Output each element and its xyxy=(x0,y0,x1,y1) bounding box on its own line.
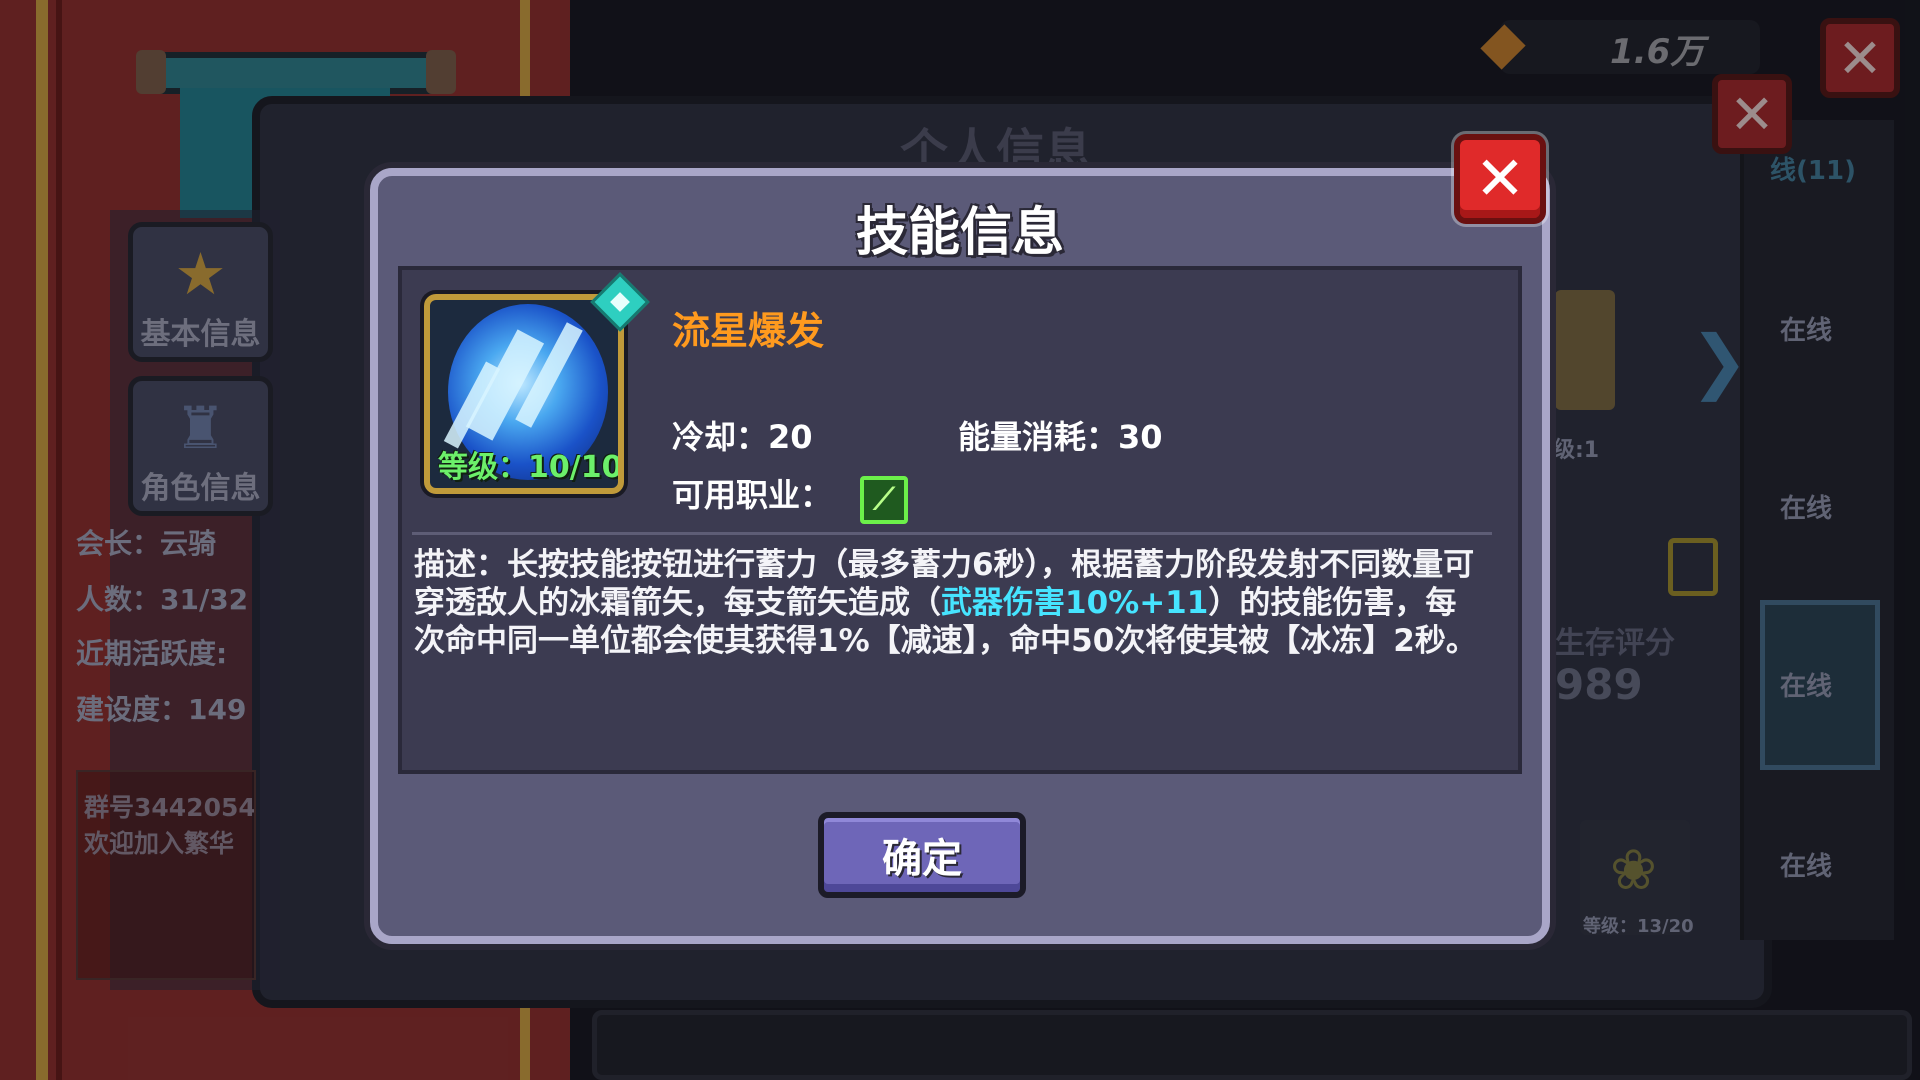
skill-energy-cost: 能量消耗：30 xyxy=(958,418,1163,456)
skill-name: 流星爆发 xyxy=(672,309,825,353)
damage-formula: 武器伤害10%+11 xyxy=(941,585,1209,621)
skill-level: 等级：10/10 xyxy=(438,450,623,485)
gem-core xyxy=(610,292,630,312)
gem-badge-icon xyxy=(590,272,650,332)
class-label: 可用职业： xyxy=(672,476,833,514)
skill-description: 描述：长按技能按钮进行蓄力（最多蓄力6秒），根据蓄力阶段发射不同数量可穿透敌人的… xyxy=(414,546,1484,660)
close-button[interactable]: ✕ xyxy=(1454,134,1546,224)
skill-cooldown: 冷却：20 xyxy=(672,418,813,456)
meteor-burst-icon: 等级：10/10 xyxy=(424,294,624,494)
confirm-button[interactable]: 确定 xyxy=(818,812,1026,898)
divider xyxy=(412,532,1492,535)
bow-class-icon: ⟋ xyxy=(860,476,908,524)
skill-info-dialog: 技能信息 等级：10/10 流星爆发 冷却：20 能量消耗：30 可用职业： ⟋… xyxy=(370,168,1550,944)
skill-detail-panel: 等级：10/10 流星爆发 冷却：20 能量消耗：30 可用职业： ⟋ 描述：长… xyxy=(398,266,1522,774)
gem-outer xyxy=(590,272,650,332)
dialog-title: 技能信息 xyxy=(855,203,1064,263)
